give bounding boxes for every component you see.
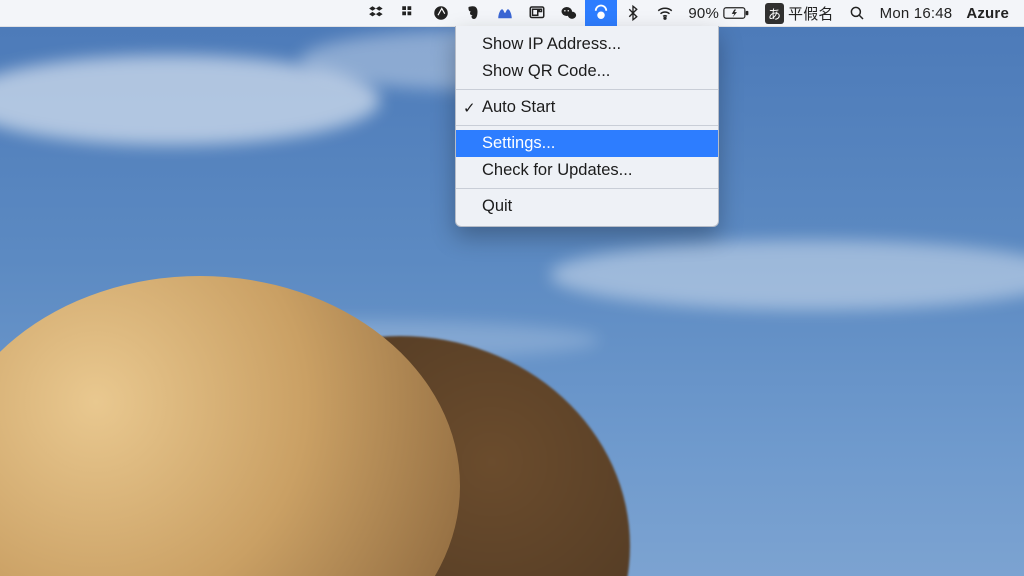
menu-quit[interactable]: Quit xyxy=(456,193,718,220)
menu-item-label: Show QR Code... xyxy=(482,62,610,81)
evernote-icon[interactable] xyxy=(457,0,489,26)
clock[interactable]: Mon 16:48 xyxy=(873,0,960,26)
avast-icon[interactable] xyxy=(425,0,457,26)
mission-control-icon[interactable] xyxy=(521,0,553,26)
decorative-cloud xyxy=(550,240,1024,310)
input-source-badge: あ xyxy=(765,3,784,24)
menu-item-label: Show IP Address... xyxy=(482,35,621,54)
fast-user-switch[interactable]: Azure xyxy=(959,0,1016,26)
system-menubar: 90% あ 平假名 Mon 16:48 Azure xyxy=(0,0,1024,27)
dropbox-icon[interactable] xyxy=(361,0,393,26)
menu-item-label: Auto Start xyxy=(482,98,555,117)
input-source-label: 平假名 xyxy=(788,3,834,24)
wechat-icon[interactable] xyxy=(553,0,585,26)
session-user-label: Azure xyxy=(966,5,1009,22)
spotlight-icon[interactable] xyxy=(841,0,873,26)
input-source-menu[interactable]: あ 平假名 xyxy=(758,0,841,26)
menu-item-label: Settings... xyxy=(482,134,555,153)
mamp-icon[interactable] xyxy=(489,0,521,26)
app-dropdown-menu: Show IP Address... Show QR Code... ✓ Aut… xyxy=(455,26,719,227)
app-menubar-icon[interactable] xyxy=(585,0,617,26)
menu-show-qr[interactable]: Show QR Code... xyxy=(456,58,718,85)
setapp-icon[interactable] xyxy=(393,0,425,26)
bluetooth-icon[interactable] xyxy=(617,0,649,26)
menu-check-updates[interactable]: Check for Updates... xyxy=(456,157,718,184)
menu-settings[interactable]: Settings... xyxy=(456,130,718,157)
battery-percent-label: 90% xyxy=(688,5,719,22)
menu-separator xyxy=(456,125,718,126)
checkmark-icon: ✓ xyxy=(463,99,476,117)
desktop-wallpaper: 90% あ 平假名 Mon 16:48 Azure Show IP Addres… xyxy=(0,0,1024,576)
menu-item-label: Quit xyxy=(482,197,512,216)
menu-separator xyxy=(456,89,718,90)
battery-status[interactable]: 90% xyxy=(681,0,758,26)
menu-item-label: Check for Updates... xyxy=(482,161,632,180)
wifi-icon[interactable] xyxy=(649,0,681,26)
menu-auto-start[interactable]: ✓ Auto Start xyxy=(456,94,718,121)
menu-show-ip[interactable]: Show IP Address... xyxy=(456,31,718,58)
menu-separator xyxy=(456,188,718,189)
clock-label: Mon 16:48 xyxy=(880,5,953,22)
